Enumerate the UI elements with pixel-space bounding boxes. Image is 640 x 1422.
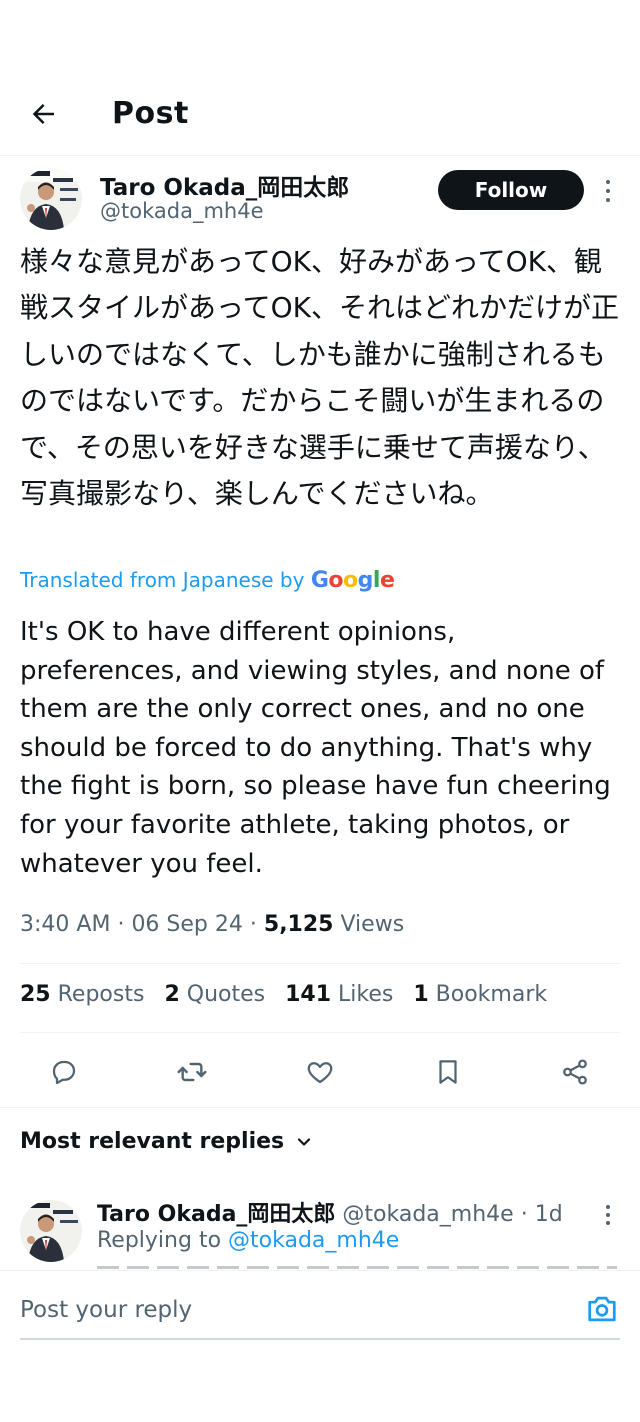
avatar-image	[20, 168, 82, 230]
reply-item[interactable]: Taro Okada_岡田太郎 @tokada_mh4e · 1d Replyi…	[0, 1190, 640, 1270]
replies-sort-dropdown[interactable]: Most relevant replies	[20, 1129, 314, 1154]
post-text-original: 様々な意見があってOK、好みがあってOK、観戦スタイルがあってOK、それはどれか…	[20, 245, 620, 511]
author-avatar[interactable]	[20, 168, 82, 230]
reply-input[interactable]	[20, 1293, 560, 1327]
follow-button[interactable]: Follow	[438, 170, 584, 210]
reply-header: Taro Okada_岡田太郎 @tokada_mh4e · 1d	[97, 1202, 563, 1227]
translated-label: Translated from Japanese by	[20, 568, 305, 592]
more-options-icon[interactable]	[596, 176, 620, 206]
reply-composer	[0, 1270, 640, 1422]
post-author-row: Taro Okada_岡田太郎 @tokada_mh4e Follow	[0, 162, 640, 232]
camera-button[interactable]	[584, 1293, 620, 1325]
page-title: Post	[112, 96, 189, 131]
post-time[interactable]: 3:40 AM	[20, 912, 110, 937]
engagement-stats: 25 Reposts 2 Quotes 141 Likes 1 Bookmark	[20, 982, 547, 1007]
replies-sort-label: Most relevant replies	[20, 1129, 285, 1154]
replying-to: Replying to @tokada_mh4e	[97, 1228, 400, 1253]
reply-button[interactable]	[44, 1052, 84, 1092]
reply-more-options-icon[interactable]	[598, 1202, 618, 1228]
translation-attribution[interactable]: Translated from Japanese by Google	[20, 568, 395, 593]
reply-age: 1d	[534, 1202, 563, 1227]
reply-icon	[52, 1060, 76, 1085]
post-date[interactable]: 06 Sep 24	[131, 912, 242, 937]
share-button[interactable]	[555, 1052, 595, 1092]
reply-author-handle[interactable]: @tokada_mh4e	[342, 1202, 513, 1227]
bookmark-icon	[439, 1060, 457, 1084]
quotes-stat[interactable]: 2 Quotes	[164, 982, 265, 1007]
top-app-bar: Post	[0, 0, 640, 156]
composer-underline	[20, 1338, 620, 1340]
action-bar	[0, 1052, 640, 1092]
divider	[20, 1032, 620, 1033]
author-name[interactable]: Taro Okada_岡田太郎	[100, 168, 349, 202]
reply-text-clipped	[97, 1260, 617, 1270]
views-count: 5,125	[263, 912, 334, 937]
bookmarks-stat[interactable]: 1 Bookmark	[413, 982, 547, 1007]
post-meta: 3:40 AM · 06 Sep 24 · 5,125 Views	[20, 912, 405, 937]
repost-button[interactable]	[172, 1052, 212, 1092]
replying-to-handle-link[interactable]: @tokada_mh4e	[228, 1228, 399, 1253]
arrow-left-icon	[32, 104, 54, 124]
divider	[20, 963, 620, 964]
google-logo: Google	[310, 568, 395, 593]
post-text-translated: It's OK to have different opinions, pref…	[20, 617, 611, 879]
bookmark-button[interactable]	[428, 1052, 468, 1092]
author-handle[interactable]: @tokada_mh4e	[100, 199, 264, 223]
avatar-image	[20, 1200, 82, 1262]
like-icon	[307, 1062, 333, 1084]
reply-avatar[interactable]	[20, 1200, 82, 1262]
views-label: Views	[340, 912, 405, 937]
reposts-stat[interactable]: 25 Reposts	[20, 982, 144, 1007]
share-icon	[563, 1059, 587, 1085]
back-button[interactable]	[24, 94, 64, 134]
camera-icon	[588, 1296, 616, 1322]
likes-stat[interactable]: 141 Likes	[285, 982, 393, 1007]
section-divider	[0, 1107, 640, 1108]
reply-author-name[interactable]: Taro Okada_岡田太郎	[97, 1202, 335, 1227]
chevron-down-icon	[298, 1137, 311, 1146]
like-button[interactable]	[300, 1052, 340, 1092]
repost-icon	[177, 1062, 207, 1082]
